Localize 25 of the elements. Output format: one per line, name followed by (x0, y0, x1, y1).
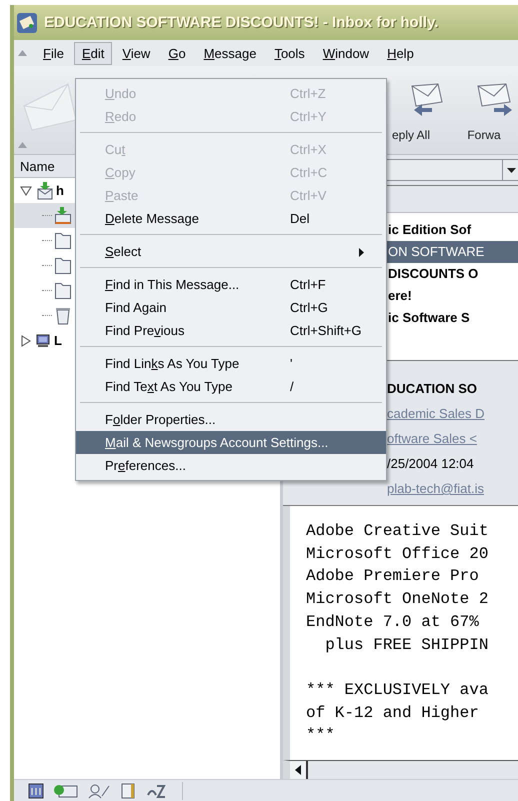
folder-label: L (54, 333, 62, 348)
window-title: EDUCATION SOFTWARE DISCOUNTS! - Inbox for holly. (44, 14, 438, 31)
shortcut-label: / (290, 379, 294, 394)
body-text: Microsoft Office 20 (306, 544, 490, 565)
shortcut-label: Ctrl+G (290, 300, 328, 315)
body-text: EndNote 7.0 at 67% (306, 612, 480, 633)
shortcut-label: ' (290, 356, 292, 371)
shortcut-label: Ctrl+X (290, 142, 326, 157)
shortcut-label: Ctrl+Y (290, 109, 326, 124)
body-text: Adobe Creative Suit (306, 521, 490, 542)
body-text: of K-12 and Higher (306, 702, 480, 724)
shortcut-label: Ctrl+F (290, 277, 326, 292)
shortcut-label: Del (290, 211, 310, 226)
body-text: Microsoft OneNote 2 (306, 589, 490, 610)
folder-label: h (56, 183, 64, 198)
body-text: Adobe Premiere Pro (306, 566, 480, 588)
shortcut-label: Ctrl+Shift+G (290, 323, 362, 338)
body-text: *** EXCLUSIVELY ava (306, 680, 490, 701)
body-text: plus FREE SHIPPIN (324, 634, 490, 656)
body-text: *** (306, 725, 336, 746)
message-date: /25/2004 12:04 (387, 456, 474, 471)
shortcut-label: Ctrl+Z (290, 86, 326, 101)
shortcut-label: Ctrl+V (290, 188, 326, 203)
shortcut-label: Ctrl+C (290, 165, 328, 180)
message-subject: DUCATION SO (387, 381, 478, 396)
